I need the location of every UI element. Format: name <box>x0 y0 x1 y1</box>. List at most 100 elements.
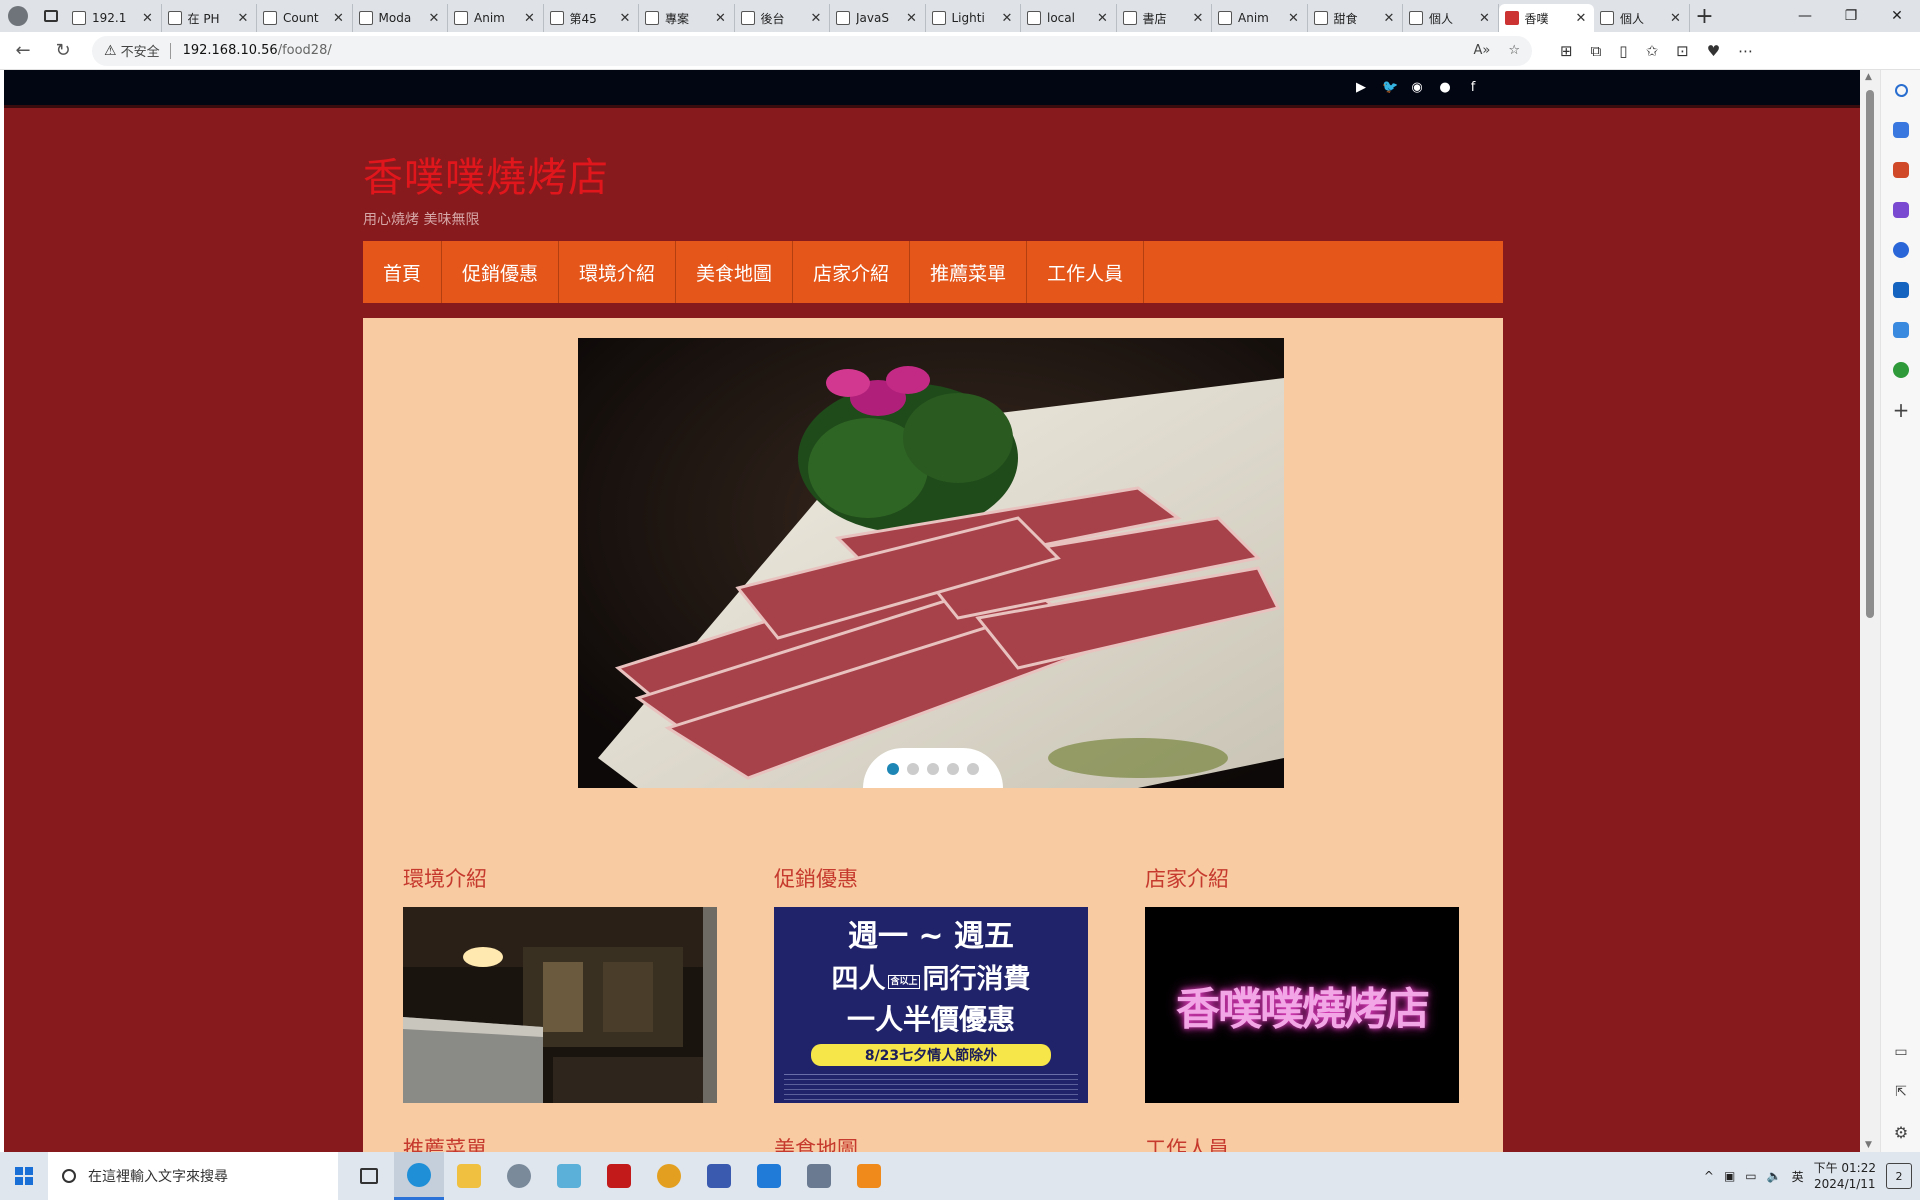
menu-item[interactable]: 首頁 <box>363 241 443 303</box>
tab-close-icon[interactable]: ✕ <box>141 11 155 26</box>
extensions-icon[interactable]: ⧉ <box>1591 42 1602 60</box>
restaurant-interior-image[interactable] <box>403 907 717 1103</box>
file-explorer-icon[interactable] <box>444 1152 494 1200</box>
menu-item[interactable]: 工作人員 <box>1027 241 1145 303</box>
facebook-icon[interactable]: f <box>1466 80 1480 95</box>
read-aloud-icon[interactable]: A» <box>1473 43 1490 58</box>
tab-close-icon[interactable]: ✕ <box>1382 11 1396 26</box>
favorite-star-icon[interactable]: ☆ <box>1508 43 1520 58</box>
settings-gear-icon[interactable]: ⚙ <box>1881 1112 1920 1152</box>
browser-tab[interactable]: Count ✕ <box>257 4 353 32</box>
slider-dot[interactable] <box>967 763 979 775</box>
card-staff-title[interactable]: 工作人員 <box>1145 1133 1461 1152</box>
scroll-thumb[interactable] <box>1866 90 1874 618</box>
sidebar-tree-icon[interactable] <box>1881 350 1920 390</box>
vscode-icon[interactable] <box>744 1152 794 1200</box>
xampp-icon[interactable] <box>844 1152 894 1200</box>
tab-close-icon[interactable]: ✕ <box>1574 11 1588 26</box>
menu-item[interactable]: 推薦菜單 <box>910 241 1028 303</box>
browser-tab[interactable]: Lighti ✕ <box>926 4 1021 32</box>
menu-item[interactable]: 環境介紹 <box>559 241 677 303</box>
tab-close-icon[interactable]: ✕ <box>1669 11 1683 26</box>
browser-tab[interactable]: Anim ✕ <box>1212 4 1308 32</box>
tab-close-icon[interactable]: ✕ <box>618 11 632 26</box>
address-bar[interactable]: ⚠ 不安全 192.168.10.56 /food28/ A» ☆ <box>92 35 1532 66</box>
taskbar-search-box[interactable]: 在這裡輸入文字來搜尋 <box>48 1152 338 1200</box>
tray-app-icon[interactable]: ▣ <box>1724 1169 1735 1183</box>
site-title[interactable]: 香噗噗燒烤店 <box>363 145 1503 203</box>
split-view-icon[interactable]: ▯ <box>1619 42 1627 60</box>
twitter-icon[interactable]: 🐦 <box>1382 80 1398 95</box>
external-link-icon[interactable]: ⇱ <box>1881 1072 1920 1112</box>
network-icon[interactable]: ▭ <box>1745 1169 1756 1183</box>
browser-tab[interactable]: Moda ✕ <box>353 4 448 32</box>
tab-close-icon[interactable]: ✕ <box>236 11 250 26</box>
slider-dot[interactable] <box>927 763 939 775</box>
menu-item[interactable]: 促銷優惠 <box>442 241 560 303</box>
refresh-button[interactable]: ↻ <box>46 34 80 68</box>
store-logo-image[interactable]: 香噗噗燒烤店 <box>1145 907 1459 1103</box>
scroll-down-arrow[interactable]: ▼ <box>1865 1140 1872 1150</box>
browser-tab[interactable]: 後台 ✕ <box>735 4 830 32</box>
browser-tab[interactable]: 香噗 ✕ <box>1498 4 1594 32</box>
filezilla-icon[interactable] <box>594 1152 644 1200</box>
menu-item[interactable]: 店家介紹 <box>793 241 911 303</box>
sidebar-add-icon[interactable]: + <box>1881 390 1920 430</box>
tab-close-icon[interactable]: ✕ <box>427 11 441 26</box>
browser-tab[interactable]: Anim ✕ <box>448 4 544 32</box>
card-store-title[interactable]: 店家介紹 <box>1145 863 1461 893</box>
browser-tab[interactable]: 第45 ✕ <box>544 4 639 32</box>
browser-tab[interactable]: JavaS ✕ <box>830 4 926 32</box>
tab-actions-button[interactable] <box>36 0 66 32</box>
browser-tab[interactable]: 書店 ✕ <box>1117 4 1212 32</box>
sidebar-toggle-icon[interactable]: ▭ <box>1881 1032 1920 1072</box>
user-icon[interactable]: ● <box>1438 80 1452 95</box>
minimize-button[interactable]: — <box>1782 0 1828 32</box>
volume-icon[interactable]: 🔈 <box>1767 1169 1782 1183</box>
tab-close-icon[interactable]: ✕ <box>809 11 823 26</box>
collections-icon[interactable]: ⊡ <box>1676 42 1689 60</box>
card-menu-title[interactable]: 推薦菜單 <box>403 1133 719 1152</box>
card-environment-title[interactable]: 環境介紹 <box>403 863 719 893</box>
tab-close-icon[interactable]: ✕ <box>1191 11 1205 26</box>
notification-button[interactable]: 2 <box>1886 1163 1912 1189</box>
sidebar-games-icon[interactable] <box>1881 190 1920 230</box>
slider-dot[interactable] <box>947 763 959 775</box>
promotion-poster-image[interactable]: 週一 ~ 週五 四人 含以上 同行消費 一人半價優惠 8/23七夕情人節除外 <box>774 907 1088 1103</box>
tab-close-icon[interactable]: ✕ <box>905 11 919 26</box>
split-screen-icon[interactable]: ⊞ <box>1560 42 1573 60</box>
browser-tab[interactable]: 專案 ✕ <box>639 4 735 32</box>
browser-tab[interactable]: 甜食 ✕ <box>1308 4 1403 32</box>
youtube-icon[interactable]: ▶ <box>1354 80 1368 95</box>
virtualbox-icon[interactable] <box>794 1152 844 1200</box>
slider-dot[interactable] <box>907 763 919 775</box>
sidebar-tools-icon[interactable] <box>1881 150 1920 190</box>
tab-close-icon[interactable]: ✕ <box>1096 11 1110 26</box>
card-promotion-title[interactable]: 促銷優惠 <box>774 863 1090 893</box>
chrome-icon[interactable] <box>644 1152 694 1200</box>
clock[interactable]: 下午 01:22 2024/1/11 <box>1814 1160 1876 1192</box>
start-button[interactable] <box>0 1152 48 1200</box>
sidebar-shopping-icon[interactable] <box>1881 110 1920 150</box>
browser-tab[interactable]: 個人 ✕ <box>1594 4 1690 32</box>
sidebar-outlook-icon[interactable] <box>1881 270 1920 310</box>
profile-button[interactable] <box>0 0 36 32</box>
browser-tab[interactable]: local ✕ <box>1021 4 1117 32</box>
browser-tab[interactable]: 個人 ✕ <box>1403 4 1499 32</box>
menu-item[interactable]: 美食地圖 <box>676 241 794 303</box>
browser-tab[interactable]: 192.1 ✕ <box>66 4 162 32</box>
page-scrollbar[interactable]: ▲ ▼ <box>1860 70 1880 1152</box>
tab-close-icon[interactable]: ✕ <box>523 11 537 26</box>
card-foodmap-title[interactable]: 美食地圖 <box>774 1133 1090 1152</box>
sidebar-office-icon[interactable] <box>1881 230 1920 270</box>
app-icon-1[interactable] <box>494 1152 544 1200</box>
slider-dot[interactable] <box>887 763 899 775</box>
notepad-icon[interactable] <box>544 1152 594 1200</box>
tab-close-icon[interactable]: ✕ <box>1000 11 1014 26</box>
rss-icon[interactable]: ◉ <box>1410 80 1424 95</box>
edge-taskbar-icon[interactable] <box>394 1152 444 1200</box>
more-menu-icon[interactable]: ⋯ <box>1738 42 1753 60</box>
tab-close-icon[interactable]: ✕ <box>1287 11 1301 26</box>
browser-tab[interactable]: 在 PH ✕ <box>162 4 257 32</box>
tab-close-icon[interactable]: ✕ <box>332 11 346 26</box>
